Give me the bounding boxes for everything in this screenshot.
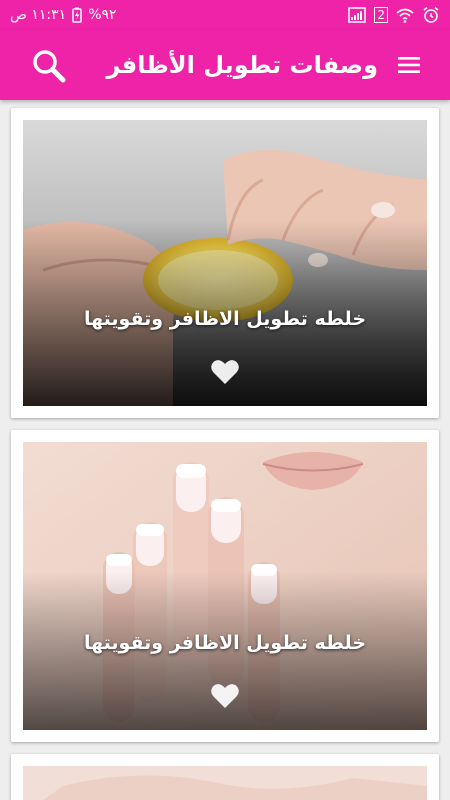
sim-slot-badge: 2: [374, 7, 388, 23]
battery-charging-icon: [72, 7, 82, 23]
recipe-photo: [23, 766, 427, 800]
heart-icon[interactable]: [210, 358, 240, 386]
wifi-icon: [396, 7, 414, 23]
battery-level: %٩٢: [88, 7, 117, 23]
recipe-card[interactable]: خلطه تطويل الاظافر وتقويتها: [11, 108, 439, 418]
app-bar: وصفات تطويل الأظافر: [0, 30, 450, 100]
recipe-image[interactable]: [23, 766, 427, 800]
signal-icon: [348, 7, 367, 23]
recipe-title: خلطه تطويل الاظافر وتقويتها: [83, 632, 367, 654]
recipe-image[interactable]: خلطه تطويل الاظافر وتقويتها: [23, 120, 427, 406]
heart-icon[interactable]: [210, 682, 240, 710]
status-left: ١١:٣١ ص %٩٢: [10, 7, 117, 23]
search-icon[interactable]: [30, 47, 68, 85]
recipe-title: خلطه تطويل الاظافر وتقويتها: [83, 308, 367, 330]
menu-icon[interactable]: [396, 54, 422, 76]
alarm-icon: [422, 6, 440, 24]
recipes-feed[interactable]: خلطه تطويل الاظافر وتقويتها خلطه تطويل ا…: [0, 100, 450, 800]
recipe-card[interactable]: خلطه تطويل الاظافر وتقويتها: [11, 430, 439, 742]
status-right: 2: [348, 6, 440, 24]
page-title: وصفات تطويل الأظافر: [106, 51, 378, 79]
recipe-image[interactable]: خلطه تطويل الاظافر وتقويتها: [23, 442, 427, 730]
status-bar: ١١:٣١ ص %٩٢ 2: [0, 0, 450, 30]
recipe-card[interactable]: [11, 754, 439, 800]
status-time: ١١:٣١ ص: [10, 7, 67, 23]
